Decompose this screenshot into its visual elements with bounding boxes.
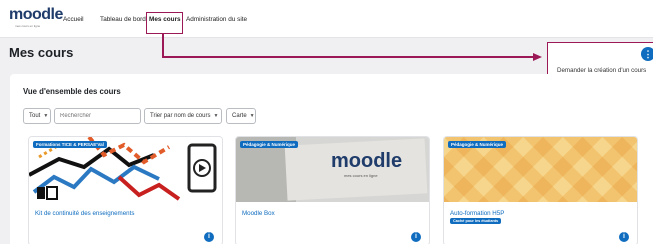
course-name-link[interactable]: Auto-formation H5P bbox=[450, 210, 504, 217]
info-icon[interactable]: i bbox=[411, 232, 421, 242]
nav-item-accueil[interactable]: Accueil bbox=[63, 16, 84, 23]
highlight-connector-horizontal bbox=[162, 56, 534, 58]
course-image[interactable]: Pédagogie & Numérique bbox=[444, 137, 637, 202]
course-card[interactable]: Pédagogie & Numérique Auto-formation H5P… bbox=[443, 136, 638, 244]
info-icon[interactable]: i bbox=[619, 232, 629, 242]
nav-item-administration[interactable]: Administration du site bbox=[186, 16, 247, 23]
highlight-connector-vertical bbox=[162, 34, 164, 56]
page-title: Mes cours bbox=[9, 45, 74, 60]
sort-dropdown-label: Trier par nom de cours bbox=[150, 113, 211, 119]
kebab-icon[interactable]: ⋮ bbox=[641, 47, 653, 61]
chevron-down-icon: ▼ bbox=[213, 113, 219, 119]
nav-item-tableau-de-bord[interactable]: Tableau de bord bbox=[100, 16, 146, 23]
course-image[interactable]: Formations TICE & PERSAE'Val bbox=[29, 137, 222, 202]
course-card[interactable]: Formations TICE & PERSAE'Val Kit de cont… bbox=[28, 136, 223, 244]
filter-dropdown-label: Tout bbox=[29, 113, 41, 119]
view-dropdown[interactable]: Carte ▼ bbox=[226, 108, 256, 124]
category-badge: Pédagogie & Numérique bbox=[240, 141, 299, 148]
course-image-tagline: mes cours en ligne bbox=[344, 173, 378, 178]
course-card[interactable]: moodle mes cours en ligne Pédagogie & Nu… bbox=[235, 136, 430, 244]
highlight-arrow-icon bbox=[533, 53, 542, 61]
logo-wordmark: moodle bbox=[9, 6, 63, 23]
course-image-wordmark: moodle bbox=[331, 150, 402, 172]
category-badge: Formations TICE & PERSAE'Val bbox=[33, 141, 107, 148]
course-name-link[interactable]: Kit de continuité des enseignements bbox=[35, 210, 134, 217]
section-title: Vue d'ensemble des cours bbox=[23, 87, 121, 96]
view-dropdown-label: Carte bbox=[232, 113, 247, 119]
chevron-down-icon: ▼ bbox=[249, 113, 255, 119]
category-badge: Pédagogie & Numérique bbox=[448, 141, 507, 148]
logo-tagline: mes cours en ligne bbox=[15, 24, 41, 28]
course-name-link[interactable]: Moodle Box bbox=[242, 210, 275, 217]
top-navbar: moodle mes cours en ligne Accueil Tablea… bbox=[0, 0, 653, 38]
highlight-box-nav bbox=[146, 12, 183, 34]
moodle-logo[interactable]: moodle mes cours en ligne bbox=[9, 6, 63, 29]
sort-dropdown[interactable]: Trier par nom de cours ▼ bbox=[144, 108, 222, 124]
filter-dropdown[interactable]: Tout ▼ bbox=[23, 108, 51, 124]
search-input[interactable] bbox=[54, 108, 141, 124]
chevron-down-icon: ▼ bbox=[43, 113, 49, 119]
info-icon[interactable]: i bbox=[204, 232, 214, 242]
course-image[interactable]: moodle mes cours en ligne Pédagogie & Nu… bbox=[236, 137, 429, 202]
menu-item-request-course[interactable]: Demander la création d'un cours bbox=[557, 67, 646, 74]
hidden-status-badge: Caché pour les étudiants bbox=[450, 218, 502, 224]
